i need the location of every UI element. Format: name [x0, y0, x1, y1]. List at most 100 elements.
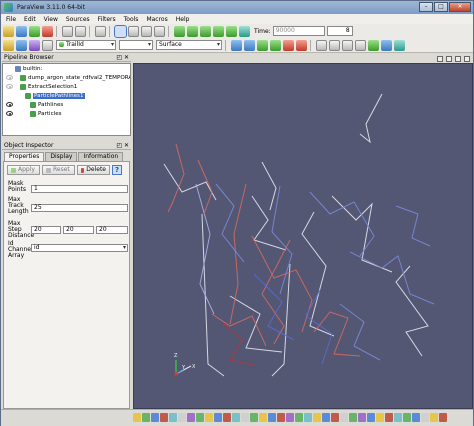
status-toolbar-icon[interactable]	[178, 413, 186, 422]
visibility-eye-icon[interactable]	[6, 75, 13, 80]
orientation-axes-icon[interactable]	[329, 39, 340, 51]
select-frustum-icon[interactable]	[141, 25, 152, 37]
pipeline-item[interactable]: dump_argon_state_rdfval2_TEMPORAL-SUMMA	[3, 73, 130, 82]
time-value-field[interactable]: 90000	[272, 26, 325, 36]
status-toolbar-icon[interactable]	[286, 413, 294, 422]
minimize-button[interactable]: –	[419, 2, 433, 12]
view-plus-z-icon[interactable]	[283, 39, 294, 51]
maximize-view-icon[interactable]	[455, 55, 461, 62]
time-step-spinbox[interactable]: 8	[326, 26, 353, 36]
status-toolbar-icon[interactable]	[241, 413, 249, 422]
max-step-y-field[interactable]: 20	[63, 226, 94, 234]
pipeline-item[interactable]: Particles	[3, 109, 130, 118]
menu-filters[interactable]: Filters	[98, 16, 116, 23]
open-file-icon[interactable]	[3, 25, 14, 37]
pipeline-item[interactable]: ExtractSelection1	[3, 82, 130, 91]
undo-icon[interactable]	[62, 25, 73, 37]
last-frame-icon[interactable]	[226, 25, 237, 37]
select-cells-icon[interactable]	[114, 24, 127, 38]
mask-points-field[interactable]: 1	[31, 185, 128, 193]
status-toolbar-icon[interactable]	[367, 413, 375, 422]
status-toolbar-icon[interactable]	[412, 413, 420, 422]
select-points-icon[interactable]	[128, 25, 139, 37]
reset-button[interactable]: Reset	[42, 165, 75, 175]
status-toolbar-icon[interactable]	[313, 413, 321, 422]
status-toolbar-icon[interactable]	[187, 413, 195, 422]
pipeline-item[interactable]: Pathlines	[3, 100, 130, 109]
view-minus-z-icon[interactable]	[296, 39, 307, 51]
tab-properties[interactable]: Properties	[4, 152, 45, 161]
menu-view[interactable]: View	[44, 16, 58, 23]
status-toolbar-icon[interactable]	[214, 413, 222, 422]
status-toolbar-icon[interactable]	[196, 413, 204, 422]
status-toolbar-icon[interactable]	[439, 413, 447, 422]
status-toolbar-icon[interactable]	[232, 413, 240, 422]
visibility-eye-icon[interactable]	[6, 111, 13, 116]
pipeline-tree[interactable]: builtin: dump_argon_state_rdfval2_TEMPORA…	[2, 63, 131, 136]
tab-information[interactable]: Information	[78, 152, 124, 161]
status-toolbar-icon[interactable]	[205, 413, 213, 422]
play-icon[interactable]	[200, 25, 211, 37]
status-toolbar-icon[interactable]	[151, 413, 159, 422]
split-horizontal-icon[interactable]	[437, 55, 443, 62]
status-toolbar-icon[interactable]	[142, 413, 150, 422]
menu-edit[interactable]: Edit	[24, 16, 36, 23]
disconnect-icon[interactable]	[42, 25, 53, 37]
reset-camera-icon[interactable]	[95, 25, 106, 37]
visibility-eye-icon[interactable]	[6, 84, 13, 89]
color-by-select[interactable]: TrailId	[56, 40, 116, 50]
menu-file[interactable]: File	[6, 16, 16, 23]
calculator-icon[interactable]	[3, 39, 14, 51]
status-toolbar-icon[interactable]	[169, 413, 177, 422]
dock-float-close-icon[interactable]: ◰ ✕	[116, 54, 129, 62]
close-button[interactable]: ✕	[449, 2, 471, 12]
rescale-range-icon[interactable]	[42, 39, 53, 51]
max-step-z-field[interactable]: 20	[96, 226, 128, 234]
filter-favorite-icon[interactable]	[368, 39, 379, 51]
tab-display[interactable]: Display	[45, 152, 78, 161]
status-toolbar-icon[interactable]	[223, 413, 231, 422]
status-toolbar-icon[interactable]	[250, 413, 258, 422]
maximize-button[interactable]: □	[434, 2, 448, 12]
select-block-icon[interactable]	[154, 25, 165, 37]
status-toolbar-icon[interactable]	[349, 413, 357, 422]
status-toolbar-icon[interactable]	[304, 413, 312, 422]
save-data-icon[interactable]	[16, 25, 27, 37]
status-toolbar-icon[interactable]	[376, 413, 384, 422]
apply-button[interactable]: Apply	[7, 165, 40, 175]
component-select[interactable]	[119, 40, 153, 50]
help-button[interactable]: ?	[112, 165, 122, 175]
status-toolbar-icon[interactable]	[403, 413, 411, 422]
status-toolbar-icon[interactable]	[430, 413, 438, 422]
split-vertical-icon[interactable]	[446, 55, 452, 62]
id-channel-array-select[interactable]: id	[31, 244, 128, 252]
first-frame-icon[interactable]	[174, 25, 185, 37]
close-view-icon[interactable]	[464, 55, 470, 62]
status-toolbar-icon[interactable]	[340, 413, 348, 422]
menu-sources[interactable]: Sources	[66, 16, 90, 23]
pipeline-item[interactable]: ParticlePathlines1	[3, 91, 130, 100]
view-minus-y-icon[interactable]	[270, 39, 281, 51]
rotation-center-icon[interactable]	[342, 39, 353, 51]
edit-color-map-icon[interactable]	[29, 39, 40, 51]
status-toolbar-icon[interactable]	[277, 413, 285, 422]
status-toolbar-icon[interactable]	[268, 413, 276, 422]
redo-icon[interactable]	[75, 25, 86, 37]
status-toolbar-icon[interactable]	[259, 413, 267, 422]
previous-frame-icon[interactable]	[187, 25, 198, 37]
render-view[interactable]: Z Y X	[133, 63, 473, 409]
menu-help[interactable]: Help	[176, 16, 190, 23]
contour-icon[interactable]	[16, 39, 27, 51]
status-toolbar-icon[interactable]	[322, 413, 330, 422]
status-toolbar-icon[interactable]	[133, 413, 141, 422]
max-track-length-field[interactable]: 25	[31, 204, 128, 212]
status-toolbar-icon[interactable]	[394, 413, 402, 422]
view-plus-y-icon[interactable]	[257, 39, 268, 51]
title-bar[interactable]: ParaView 3.11.0 64-bit – □ ✕	[1, 1, 473, 14]
slice-icon[interactable]	[381, 39, 392, 51]
status-toolbar-icon[interactable]	[385, 413, 393, 422]
dock-float-close-icon[interactable]: ◰ ✕	[116, 142, 129, 150]
pick-center-icon[interactable]	[355, 39, 366, 51]
delete-button[interactable]: Delete	[77, 165, 110, 175]
status-toolbar-icon[interactable]	[358, 413, 366, 422]
